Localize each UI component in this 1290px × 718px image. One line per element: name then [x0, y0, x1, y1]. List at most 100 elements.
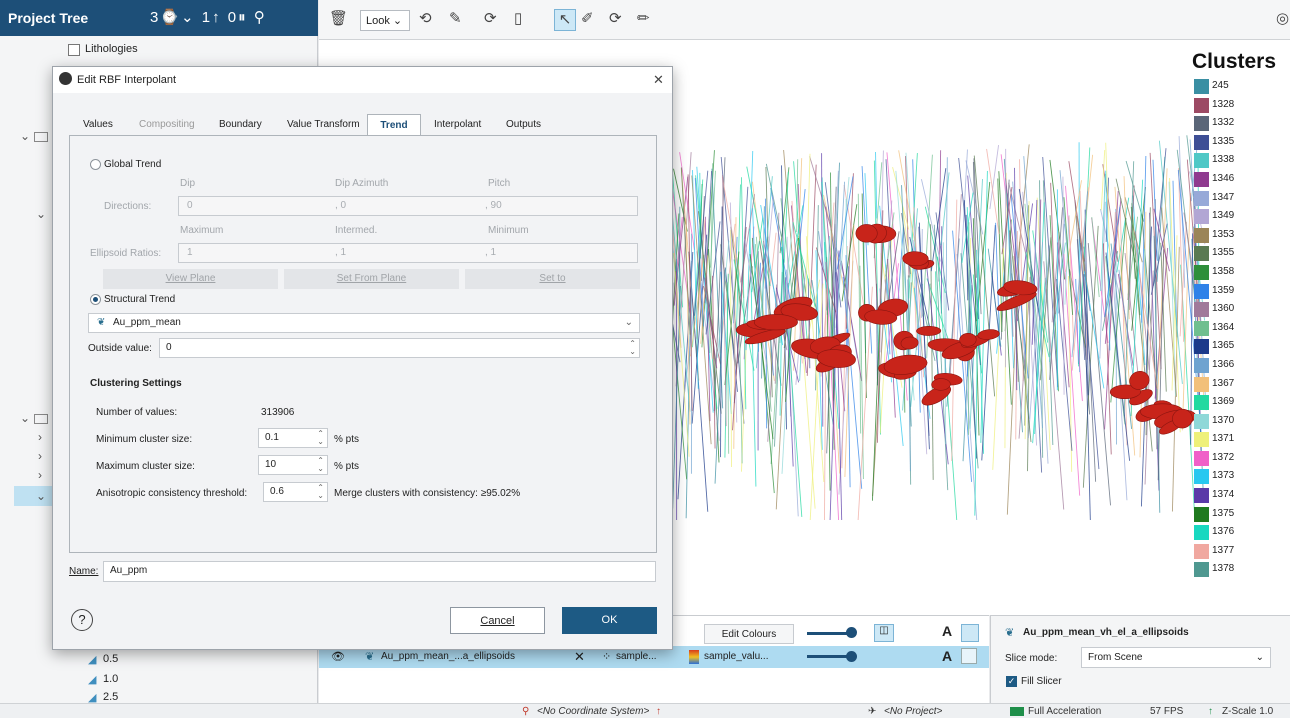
ok-button[interactable]: OK: [562, 607, 657, 634]
stepper-icon[interactable]: ⌃ ⌄: [317, 430, 324, 446]
chevron-right-icon[interactable]: ›: [38, 430, 42, 444]
legend-item: 1335: [1192, 134, 1290, 153]
min-cluster-input[interactable]: 0.1 ⌃ ⌄: [258, 428, 328, 448]
legend-swatch: [1194, 339, 1209, 355]
legend-label: 1366: [1212, 358, 1235, 370]
zscale-status[interactable]: Z-Scale 1.0: [1222, 706, 1273, 717]
tree-item-1-0[interactable]: ◢ 1.0: [0, 670, 318, 690]
labels-icon[interactable]: A: [942, 623, 952, 639]
set-from-plane-button[interactable]: Set From Plane: [284, 269, 459, 289]
opacity-slider-handle[interactable]: [846, 627, 857, 638]
dialog-title: Edit RBF Interpolant: [77, 74, 177, 86]
legend-item: 1365: [1192, 338, 1290, 357]
clip-icon[interactable]: ◫: [874, 624, 894, 642]
name-input[interactable]: Au_ppm: [103, 561, 656, 582]
remove-layer-icon[interactable]: ✕: [574, 649, 585, 665]
tree-item-lithologies[interactable]: Lithologies: [0, 40, 318, 60]
ruler-icon[interactable]: ✏: [637, 9, 650, 31]
max-cluster-input[interactable]: 10 ⌃ ⌄: [258, 455, 328, 475]
folder-icon: [34, 414, 48, 424]
legend-label: 1371: [1212, 433, 1235, 445]
legend-item: 1364: [1192, 320, 1290, 339]
ellipsoid-ratios-field[interactable]: 1 , 1 , 1: [178, 243, 638, 263]
legend-label: 1355: [1212, 247, 1235, 259]
acceleration-status: Full Acceleration: [1028, 706, 1102, 717]
legend-label: 1338: [1212, 154, 1235, 166]
edit-colours-button[interactable]: Edit Colours: [704, 624, 794, 644]
tab-boundary[interactable]: Boundary: [219, 114, 262, 136]
chevron-down-icon[interactable]: ⌄: [20, 411, 30, 425]
set-to-button[interactable]: Set to: [465, 269, 640, 289]
min-cluster-label: Minimum cluster size:: [96, 434, 193, 445]
structural-trend-select[interactable]: ❦ Au_ppm_mean ⌄: [88, 313, 640, 333]
chevron-right-icon[interactable]: ›: [38, 468, 42, 482]
legend-swatch: [1194, 413, 1209, 429]
eye-icon[interactable]: 👁: [331, 650, 345, 663]
aniso-threshold-input[interactable]: 0.6 ⌃ ⌄: [263, 482, 328, 502]
legend-item: 1375: [1192, 506, 1290, 525]
props-title: Au_ppm_mean_vh_el_a_ellipsoids: [1023, 627, 1189, 638]
close-icon[interactable]: ✕: [653, 72, 664, 88]
tab-values[interactable]: Values: [83, 114, 113, 136]
chevron-down-icon[interactable]: ⌄: [36, 489, 46, 503]
chevron-down-icon: ⌄: [624, 317, 633, 328]
chevron-down-icon[interactable]: ⌄: [36, 207, 46, 221]
slice-mode-select[interactable]: From Scene ⌄: [1081, 647, 1271, 668]
legend-toggle-icon[interactable]: [961, 624, 979, 642]
structural-trend-radio[interactable]: [90, 294, 101, 305]
cancel-button[interactable]: Cancel: [450, 607, 545, 634]
ellipsoid-shape: [931, 378, 951, 391]
row-labels-icon[interactable]: A: [942, 648, 952, 664]
legend-item: 245: [1192, 78, 1290, 97]
chevron-down-icon: ⌄: [1255, 652, 1264, 663]
project-tree-tools[interactable]: 3⌚⌄ 1↑ 0⏸ ⚲: [150, 8, 267, 26]
camera-icon[interactable]: ◎: [1276, 9, 1289, 31]
legend-item: 1349: [1192, 208, 1290, 227]
directions-field[interactable]: 0 , 0 , 90: [178, 196, 638, 216]
row-legend-icon[interactable]: [961, 648, 977, 664]
chevron-down-icon[interactable]: ⌄: [20, 129, 30, 143]
location-icon: ⚲: [522, 706, 530, 717]
tab-trend[interactable]: Trend: [367, 114, 421, 136]
global-trend-radio[interactable]: [90, 159, 101, 170]
view-plane-button[interactable]: View Plane: [103, 269, 278, 289]
tab-interpolant[interactable]: Interpolant: [434, 114, 481, 136]
chevron-right-icon[interactable]: ›: [38, 449, 42, 463]
project-status[interactable]: <No Project>: [884, 706, 942, 717]
stepper-icon[interactable]: ⌃ ⌄: [629, 340, 636, 356]
colour-by-select[interactable]: sample...: [616, 651, 657, 662]
tree-item-0-5[interactable]: ◢ 0.5: [0, 650, 318, 670]
select-arrow-icon[interactable]: ↖: [554, 9, 576, 31]
help-icon[interactable]: ?: [71, 609, 93, 631]
legend-swatch: [1194, 283, 1209, 299]
transform-icon[interactable]: ⟳: [609, 9, 622, 31]
project-tree-title[interactable]: Project Tree: [8, 10, 88, 26]
ellipsoid-ratios-label: Ellipsoid Ratios:: [90, 248, 162, 259]
drillhole-trace: [1087, 243, 1111, 506]
coordinate-system-status[interactable]: <No Coordinate System>: [537, 706, 649, 717]
row-opacity-handle[interactable]: [846, 651, 857, 662]
stepper-icon[interactable]: ⌃ ⌄: [317, 457, 324, 473]
outside-value-input[interactable]: 0 ⌃ ⌄: [159, 338, 640, 358]
trash-icon[interactable]: 🗑: [329, 9, 348, 31]
tab-outputs[interactable]: Outputs: [506, 114, 541, 136]
tab-value-transform[interactable]: Value Transform: [287, 114, 360, 136]
refresh-icon[interactable]: ⟳: [484, 9, 497, 31]
legend-swatch: [1194, 506, 1209, 522]
merge-clusters-label: Merge clusters with consistency: ≥95.02%: [334, 488, 521, 499]
draw-icon[interactable]: ✐: [581, 9, 594, 31]
legend-item: 1373: [1192, 468, 1290, 487]
legend-label: 1358: [1212, 265, 1235, 277]
colour-column-select[interactable]: sample_valu...: [704, 651, 768, 662]
legend-swatch: [1194, 357, 1209, 373]
rotate-icon[interactable]: ⟲: [419, 9, 432, 31]
fill-slicer-checkbox[interactable]: ✓: [1006, 676, 1017, 687]
tree-item-2-5[interactable]: ◢ 2.5: [0, 688, 318, 703]
pencil-icon[interactable]: ✎: [449, 9, 462, 31]
look-dropdown[interactable]: Look ⌄: [360, 10, 410, 31]
clusters-legend: Clusters 245 1328 1332 1335 1338 1346 1347 1349…: [1192, 50, 1290, 580]
tab-compositing[interactable]: Compositing: [139, 114, 195, 136]
slicer-icon[interactable]: ▯: [514, 9, 522, 31]
legend-label: 1369: [1212, 396, 1235, 408]
stepper-icon[interactable]: ⌃ ⌄: [317, 484, 324, 500]
